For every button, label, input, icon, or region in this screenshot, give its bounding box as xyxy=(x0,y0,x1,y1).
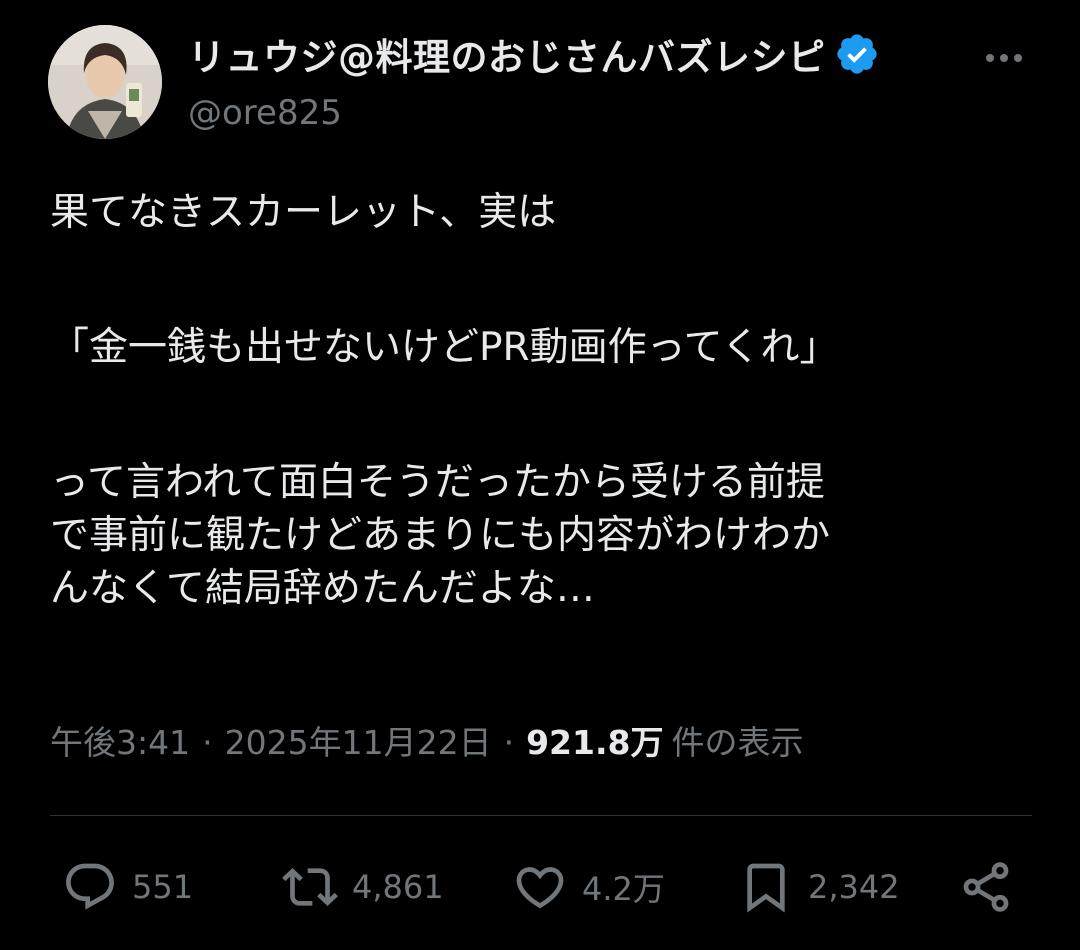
avatar-image xyxy=(48,25,162,139)
bookmark-button[interactable]: 2,342 xyxy=(738,855,900,919)
share-button[interactable] xyxy=(958,855,1014,919)
meta-separator: · xyxy=(202,723,213,762)
heart-icon xyxy=(516,867,564,909)
tweet-line: 果てなきスカーレット、実は xyxy=(50,190,557,235)
avatar[interactable] xyxy=(48,25,162,139)
tweet-time[interactable]: 午後3:41 xyxy=(50,716,190,764)
views-label: 件の表示 xyxy=(671,723,804,762)
retweet-button[interactable]: 4,861 xyxy=(282,855,444,919)
tweet-line: って言われて面白そうだったから受ける前提 xyxy=(50,460,825,505)
bookmark-count: 2,342 xyxy=(808,868,900,906)
more-options-icon[interactable] xyxy=(986,47,1030,62)
tweet-header: リュウジ@料理のおじさんバズレシピ @ore825 xyxy=(48,25,1038,140)
meta-separator: · xyxy=(503,723,515,762)
author-handle[interactable]: @ore825 xyxy=(188,93,880,133)
name-row: リュウジ@料理のおじさんバズレシピ xyxy=(188,29,880,79)
tweet-meta: 午後3:41 · 2025年11月22日 · 921.8万 件の表示 xyxy=(50,716,803,764)
retweet-count: 4,861 xyxy=(352,868,444,906)
tweet-paragraph: 果てなきスカーレット、実は xyxy=(50,186,1030,239)
divider xyxy=(50,815,1032,816)
tweet-detail: リュウジ@料理のおじさんバズレシピ @ore825 果てなきスカーレット、実は … xyxy=(0,0,1080,950)
tweet-paragraph: って言われて面白そうだったから受ける前提 で事前に観たけどあまりにも内容がわけわ… xyxy=(50,456,1030,615)
share-icon xyxy=(963,862,1009,912)
views-count[interactable]: 921.8万 xyxy=(526,716,663,764)
tweet-line: 「金一銭も出せないけどPR動画作ってくれ」 xyxy=(50,325,839,370)
action-bar: 551 4,861 4.2万 2,342 xyxy=(0,855,1080,919)
author-info: リュウジ@料理のおじさんバズレシピ @ore825 xyxy=(188,29,880,133)
reply-icon xyxy=(66,863,114,910)
bookmark-icon xyxy=(747,863,785,913)
reply-button[interactable]: 551 xyxy=(62,855,193,919)
reply-count: 551 xyxy=(132,868,194,906)
tweet-text: 果てなきスカーレット、実は 「金一銭も出せないけどPR動画作ってくれ」 って言わ… xyxy=(50,186,1030,615)
author-display-name[interactable]: リュウジ@料理のおじさんバズレシピ xyxy=(188,27,826,81)
tweet-date[interactable]: 2025年11月22日 xyxy=(225,716,492,764)
retweet-icon xyxy=(282,868,338,906)
tweet-line: んなくて結局辞めたんだよな… xyxy=(50,566,595,611)
tweet-paragraph: 「金一銭も出せないけどPR動画作ってくれ」 xyxy=(50,321,1030,374)
tweet-line: で事前に観たけどあまりにも内容がわけわか xyxy=(50,513,831,558)
like-button[interactable]: 4.2万 xyxy=(512,855,665,919)
verified-badge-icon[interactable] xyxy=(834,31,880,77)
like-count: 4.2万 xyxy=(582,870,665,908)
